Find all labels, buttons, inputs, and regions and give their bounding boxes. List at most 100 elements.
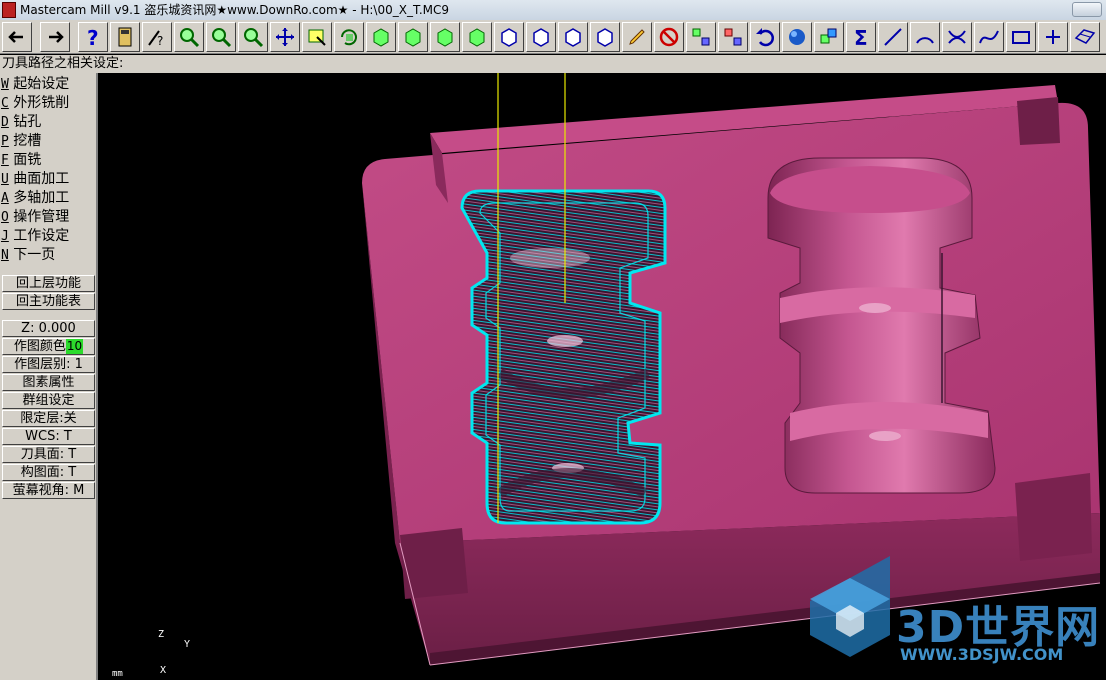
zoom-out-button[interactable] xyxy=(238,22,268,52)
zoom-fit-button[interactable] xyxy=(174,22,204,52)
xform-icon xyxy=(724,28,742,46)
view-top-button[interactable] xyxy=(366,22,396,52)
undo-button[interactable] xyxy=(750,22,780,52)
back-arrow-button[interactable] xyxy=(2,22,32,52)
analyze-icon: ? xyxy=(148,30,163,48)
rotate-view-icon xyxy=(341,29,357,46)
units-label: mm xyxy=(112,669,123,679)
attributes-button[interactable]: 图素属性 xyxy=(2,374,95,391)
select-icon xyxy=(308,29,326,46)
sum-button[interactable]: Σ xyxy=(846,22,876,52)
view-side-button[interactable] xyxy=(430,22,460,52)
view-iso-icon xyxy=(469,28,485,47)
view-iso-button[interactable] xyxy=(462,22,492,52)
zoom-fit-icon xyxy=(180,28,200,48)
axis-x-label: X xyxy=(160,665,167,676)
svg-text:?: ? xyxy=(87,26,99,49)
screen-view-button[interactable]: 萤幕视角: M xyxy=(2,482,95,499)
spline-button[interactable] xyxy=(974,22,1004,52)
point-button[interactable] xyxy=(1038,22,1068,52)
menu-item-operations[interactable]: O 操作管理 xyxy=(1,208,95,226)
cube-view-1-button[interactable] xyxy=(494,22,524,52)
delete-button[interactable] xyxy=(654,22,684,52)
fillet-button[interactable] xyxy=(942,22,972,52)
zoom-window-button[interactable] xyxy=(206,22,236,52)
construct-plane-button[interactable]: 构图面: T xyxy=(2,464,95,481)
spline-icon xyxy=(979,30,999,44)
watermark-url: WWW.3DSJW.COM xyxy=(900,645,1064,664)
prompt-line: 刀具路径之相关设定: xyxy=(0,55,1106,73)
shade-sphere-button[interactable] xyxy=(782,22,812,52)
axis-y-label: Y xyxy=(184,639,191,650)
mask-button[interactable]: 限定层:关 xyxy=(2,410,95,427)
select-button[interactable] xyxy=(302,22,332,52)
zoom-window-icon xyxy=(212,28,232,48)
help-button[interactable]: ? xyxy=(78,22,108,52)
menu-item-job-setup[interactable]: J 工作设定 xyxy=(1,227,95,245)
back-arrow-icon xyxy=(8,31,23,43)
color-button[interactable]: 作图颜色10 xyxy=(2,338,95,355)
menu-item-pocket[interactable]: P 挖槽 xyxy=(1,132,95,150)
sum-icon: Σ xyxy=(854,26,868,49)
delete-icon xyxy=(659,27,679,47)
svg-text:?: ? xyxy=(157,34,163,48)
close-window-button[interactable] xyxy=(1072,2,1102,17)
cube-view-1-icon xyxy=(501,28,517,47)
level-button[interactable]: 作图层别: 1 xyxy=(2,356,95,373)
shade-sphere-icon xyxy=(789,29,805,45)
back-main-button[interactable]: 回主功能表 xyxy=(2,293,95,310)
cube-view-2-button[interactable] xyxy=(526,22,556,52)
app-icon xyxy=(2,2,16,18)
window-title: Mastercam Mill v9.1 盗乐城资讯网★www.DownRo.co… xyxy=(20,3,450,17)
menu-item-face[interactable]: F 面铣 xyxy=(1,151,95,169)
undo-icon xyxy=(756,28,774,47)
view-front-button[interactable] xyxy=(398,22,428,52)
view-side-icon xyxy=(437,28,453,47)
rotate-view-button[interactable] xyxy=(334,22,364,52)
group-button[interactable]: 群组设定 xyxy=(2,392,95,409)
analyze-button[interactable]: ? xyxy=(142,22,172,52)
view-front-icon xyxy=(405,28,421,47)
surface-icon xyxy=(1074,29,1096,44)
wcs-button[interactable]: WCS: T xyxy=(2,428,95,445)
line-button[interactable] xyxy=(878,22,908,52)
z-depth-button[interactable]: Z: 0.000 xyxy=(2,320,95,337)
menu-item-surface[interactable]: U 曲面加工 xyxy=(1,170,95,188)
pocket-toolpath xyxy=(460,189,667,525)
rectangle-button[interactable] xyxy=(1006,22,1036,52)
surface-button[interactable] xyxy=(1070,22,1100,52)
cube-view-3-icon xyxy=(565,28,581,47)
cube-view-4-button[interactable] xyxy=(590,22,620,52)
solids-icon xyxy=(820,28,837,44)
menu-item-next-page[interactable]: N 下一页 xyxy=(1,246,95,264)
graphics-viewport[interactable]: Z Y X mm 3D世界网 WWW.3DSJW.COM xyxy=(100,73,1106,680)
fillet-icon xyxy=(948,30,966,44)
back-upper-button[interactable]: 回上层功能 xyxy=(2,275,95,292)
xform-button[interactable] xyxy=(718,22,748,52)
pencil-button[interactable] xyxy=(622,22,652,52)
calculator-icon xyxy=(118,27,132,47)
menu-item-drill[interactable]: D 钻孔 xyxy=(1,113,95,131)
line-icon xyxy=(884,28,902,46)
pan-button[interactable] xyxy=(270,22,300,52)
part-view xyxy=(362,73,1101,666)
arc-button[interactable] xyxy=(910,22,940,52)
tool-plane-button[interactable]: 刀具面: T xyxy=(2,446,95,463)
cube-view-4-icon xyxy=(597,28,613,47)
pencil-icon xyxy=(629,29,645,45)
cube-view-3-button[interactable] xyxy=(558,22,588,52)
calculator-button[interactable] xyxy=(110,22,140,52)
menu-item-start-setup[interactable]: W 起始设定 xyxy=(1,75,95,93)
main-menu-panel: W 起始设定 C 外形铣削 D 钻孔 P 挖槽 F 面铣 U 曲面加工 A 多轴… xyxy=(0,73,98,680)
part-body xyxy=(362,85,1101,666)
main-toolbar: ?? Σ xyxy=(0,20,1106,54)
solids-button[interactable] xyxy=(814,22,844,52)
axis-z-label: Z xyxy=(158,629,165,640)
arc-icon xyxy=(916,37,934,44)
view-top-icon xyxy=(373,28,389,47)
menu-item-contour[interactable]: C 外形铣削 xyxy=(1,94,95,112)
menu-item-multiaxis[interactable]: A 多轴加工 xyxy=(1,189,95,207)
transform-button[interactable] xyxy=(686,22,716,52)
forward-arrow-button[interactable] xyxy=(40,22,70,52)
rectangle-icon xyxy=(1012,31,1030,44)
